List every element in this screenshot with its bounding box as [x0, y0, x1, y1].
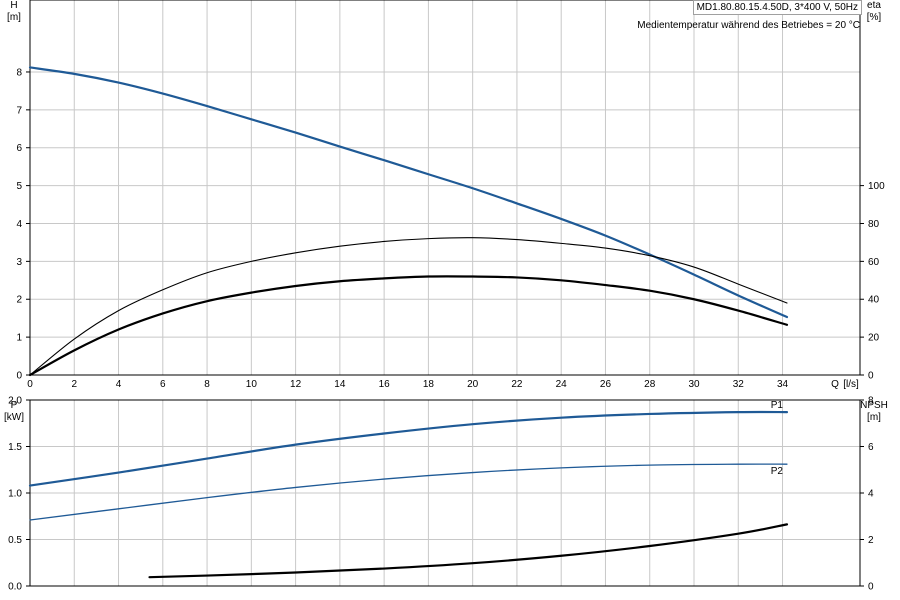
pump-curve-chart: 012345678020406080100H[m]eta[%]0 2 4 6 8 10 12… — [4, 0, 888, 593]
right-axis-tick-label: 60 — [868, 257, 880, 268]
left-axis-unit: [m] — [7, 12, 21, 23]
x-axis-tick-label: 0 — [27, 379, 33, 390]
right-axis-tick-label: 4 — [868, 489, 874, 500]
x-axis-unit: [l/s] — [843, 379, 859, 390]
series-layer — [28, 66, 789, 579]
right-axis-tick-label: 0 — [868, 582, 874, 593]
left-axis-tick-label: 2 — [16, 295, 22, 306]
medium-temperature-note: Medientemperatur während des Betriebes =… — [637, 20, 860, 31]
left-axis-tick-label: 5 — [16, 181, 22, 192]
x-axis-tick-label: 20 — [467, 379, 479, 390]
label-layer: 012345678020406080100H[m]eta[%]0 2 4 6 8 10 12… — [4, 0, 888, 593]
left-axis-tick-label: 0.5 — [8, 535, 22, 546]
x-axis-tick-label: 32 — [733, 379, 745, 390]
npsh-curve — [148, 523, 789, 579]
total-efficiency-curve — [28, 275, 789, 377]
x-axis-tick-label: 4 — [116, 379, 122, 390]
left-axis-tick-label: 4 — [16, 219, 22, 230]
right-axis-unit: [m] — [867, 412, 881, 423]
series-label-p2: P2 — [771, 466, 784, 477]
x-axis-tick-label: 30 — [688, 379, 700, 390]
pump-model-label: MD1.80.80.15.4.50D, 3*400 V, 50Hz — [692, 0, 862, 15]
x-axis-tick-label: 18 — [423, 379, 435, 390]
x-axis-tick-label: 8 — [204, 379, 210, 390]
left-axis-tick-label: 0 — [16, 371, 22, 382]
x-axis-tick-label: 26 — [600, 379, 612, 390]
left-axis-tick-label: 8 — [16, 67, 22, 78]
series-label-p1: P1 — [771, 400, 784, 411]
right-axis-tick-label: 80 — [868, 219, 880, 230]
x-axis-title: Q — [831, 379, 839, 390]
x-axis-tick-label: 24 — [556, 379, 568, 390]
right-axis-tick-label: 0 — [868, 371, 874, 382]
hydraulic-efficiency-curve — [29, 237, 788, 376]
x-axis-tick-label: 2 — [71, 379, 77, 390]
x-axis-tick-label: 28 — [644, 379, 656, 390]
left-axis-tick-label: 7 — [16, 105, 22, 116]
left-axis-unit: [kW] — [4, 412, 24, 423]
right-axis-tick-label: 6 — [868, 442, 874, 453]
left-axis-tick-label: 1.5 — [8, 442, 22, 453]
p2-curve — [29, 463, 788, 521]
right-axis-tick-label: 40 — [868, 295, 880, 306]
left-axis-tick-label: 1.0 — [8, 489, 22, 500]
x-axis-tick-label: 12 — [290, 379, 302, 390]
right-axis-tick-label: 100 — [868, 181, 885, 192]
right-axis-title: eta — [867, 0, 881, 11]
left-axis-tick-label: 0.0 — [8, 582, 22, 593]
right-axis-title: NPSH — [860, 400, 888, 411]
x-axis-tick-label: 16 — [379, 379, 391, 390]
left-axis-title: P — [11, 400, 18, 411]
left-axis-tick-label: 1 — [16, 333, 22, 344]
head-curve — [28, 66, 789, 319]
left-axis-title: H — [10, 0, 17, 11]
right-axis-tick-label: 20 — [868, 333, 880, 344]
right-axis-tick-label: 2 — [868, 535, 874, 546]
p1-curve — [28, 410, 789, 487]
x-axis-tick-label: 22 — [511, 379, 523, 390]
plot-frame — [29, 0, 861, 376]
left-axis-tick-label: 3 — [16, 257, 22, 268]
x-axis-tick-label: 34 — [777, 379, 789, 390]
right-axis-unit: [%] — [867, 12, 882, 23]
left-axis-tick-label: 6 — [16, 143, 22, 154]
x-axis-tick-label: 14 — [334, 379, 346, 390]
x-axis-tick-label: 10 — [246, 379, 258, 390]
x-axis-tick-label: 6 — [160, 379, 166, 390]
